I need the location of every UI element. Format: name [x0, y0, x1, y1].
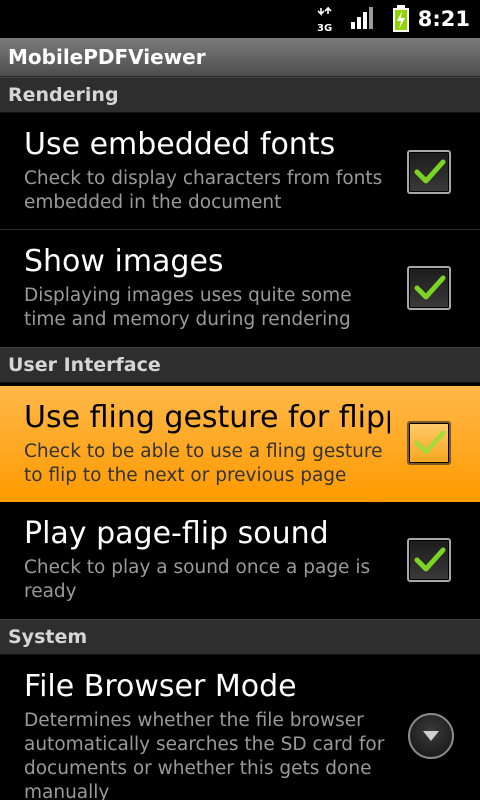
pref-title: Play page-flip sound [24, 516, 329, 551]
battery-charging-icon [392, 5, 410, 37]
use-embedded-fonts-checkbox[interactable] [407, 150, 451, 194]
pref-title: Use fling gesture for flipping [24, 400, 390, 435]
category-user-interface: User Interface [0, 347, 480, 383]
pref-summary: Determines whether the file browser auto… [24, 710, 385, 800]
signal-strength-icon [350, 5, 376, 35]
category-label: User Interface [8, 354, 161, 376]
pref-title: File Browser Mode [24, 669, 297, 704]
pref-file-browser-mode[interactable]: File Browser Mode Determines whether the… [0, 655, 480, 800]
pref-summary: Check to play a sound once a page is rea… [24, 557, 371, 602]
file-browser-mode-dropdown[interactable] [408, 713, 454, 759]
pref-summary: Check to display characters from fonts e… [24, 168, 383, 213]
pref-summary: Check to be able to use a fling gesture … [24, 441, 383, 486]
category-label: Rendering [8, 84, 119, 106]
status-bar: 3G 8:21 [0, 0, 480, 38]
use-fling-gesture-checkbox[interactable] [407, 421, 451, 465]
status-clock: 8:21 [417, 7, 470, 31]
pref-use-embedded-fonts[interactable]: Use embedded fonts Check to display char… [0, 113, 480, 230]
checkmark-icon [414, 547, 446, 572]
pref-show-images[interactable]: Show images Displaying images uses quite… [0, 230, 480, 347]
chevron-down-icon [423, 731, 439, 741]
pref-title: Use embedded fonts [24, 127, 336, 162]
svg-text:3G: 3G [317, 23, 332, 33]
app-title: MobilePDFViewer [8, 45, 206, 69]
category-label: System [8, 626, 88, 648]
category-rendering: Rendering [0, 77, 480, 113]
show-images-checkbox[interactable] [407, 266, 451, 310]
pref-title: Show images [24, 244, 224, 279]
checkmark-icon [414, 275, 446, 300]
play-page-flip-sound-checkbox[interactable] [407, 538, 451, 582]
3g-data-icon: 3G [316, 6, 334, 37]
category-system: System [0, 619, 480, 655]
pref-play-page-flip-sound[interactable]: Play page-flip sound Check to play a sou… [0, 502, 480, 619]
pref-summary: Displaying images uses quite some time a… [24, 285, 352, 330]
checkmark-icon [414, 430, 446, 455]
app-title-bar: MobilePDFViewer [0, 38, 480, 77]
pref-use-fling-gesture[interactable]: Use fling gesture for flipping Check to … [0, 386, 480, 502]
checkmark-icon [414, 159, 446, 184]
